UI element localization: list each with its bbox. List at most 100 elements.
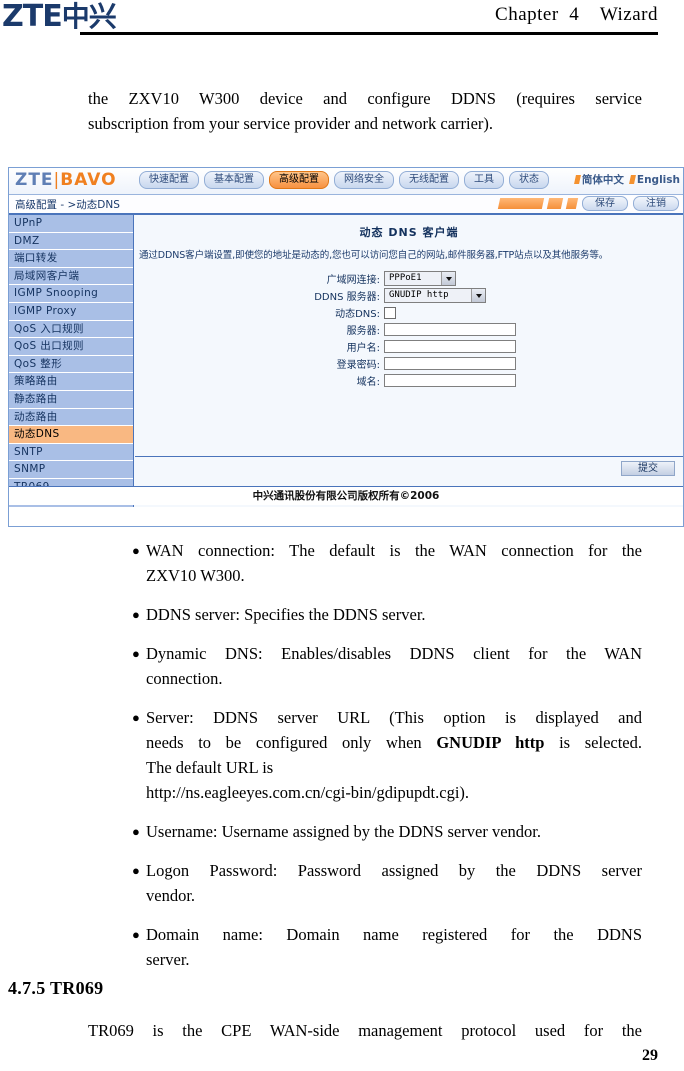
page-header: ZTE中兴 Chapter 4 Wizard (0, 0, 684, 42)
sidebar-item-dynamic-dns[interactable]: 动态DNS (9, 426, 133, 444)
bullet-icon: ● (132, 824, 140, 839)
list-item-text: WAN connection: The default is the WAN c… (146, 538, 642, 588)
tab-tools[interactable]: 工具 (464, 171, 504, 189)
list-item-line: needs to be configured only when GNUDIP … (146, 730, 642, 755)
router-brand-logo: ZTE|BAVO (15, 171, 117, 190)
language-switcher: 简体中文 English (573, 172, 680, 187)
sidebar-item-static-routing[interactable]: 静态路由 (9, 391, 133, 409)
list-item: ● Domain name: Domain name registered fo… (88, 922, 642, 972)
bullet-icon: ● (132, 710, 140, 725)
list-item: ● Server: DDNS server URL (This option i… (88, 705, 642, 805)
list-item: ● Logon Password: Password assigned by t… (88, 858, 642, 908)
router-action-buttons: 保存 注销 (497, 196, 679, 211)
list-item-line: Logon Password: Password assigned by the… (146, 861, 642, 880)
router-topbar: ZTE|BAVO 快速配置 基本配置 高级配置 网络安全 无线配置 工具 状态 … (9, 168, 683, 195)
ddns-server-select[interactable]: GNUDIP http (384, 288, 486, 303)
router-body: UPnP DMZ 端口转发 局域网客户端 IGMP Snooping IGMP … (9, 215, 683, 507)
bullet-icon: ● (132, 927, 140, 942)
zte-logo-cjk: 中兴 (61, 0, 117, 33)
brand-bavo: BAVO (60, 170, 117, 190)
list-item-line: Dynamic DNS: Enables/disables DDNS clien… (146, 644, 642, 663)
form-row-username: 用户名: (135, 339, 683, 354)
sidebar-item-snmp[interactable]: SNMP (9, 461, 133, 479)
chevron-down-icon (471, 289, 485, 302)
sidebar-item-qos-shaping[interactable]: QoS 整形 (9, 356, 133, 374)
lang-marker-icon (628, 175, 636, 184)
submit-button[interactable]: 提交 (621, 461, 675, 476)
list-item-text: Logon Password: Password assigned by the… (146, 858, 642, 908)
tab-quick-config[interactable]: 快速配置 (139, 171, 199, 189)
list-item: ● Dynamic DNS: Enables/disables DDNS cli… (88, 641, 642, 691)
section-heading: 4.7.5 TR069 (8, 978, 104, 998)
sidebar-item-qos-egress-rules[interactable]: QoS 出口规则 (9, 338, 133, 356)
label-username: 用户名: (346, 343, 380, 354)
dynamic-dns-checkbox[interactable] (384, 306, 396, 319)
intro-line-1: the ZXV10 W300 device and configure DDNS… (88, 89, 642, 108)
list-item-line: server. (146, 950, 190, 969)
logon-password-input[interactable] (384, 357, 516, 370)
list-item-text: DDNS server: Specifies the DDNS server. (146, 602, 642, 627)
domain-name-input[interactable] (384, 374, 516, 387)
language-label-chinese: 简体中文 (581, 174, 624, 186)
router-breadcrumb-row: 高级配置 - >动态DNS 保存 注销 (9, 195, 683, 215)
list-item-line: Server: DDNS server URL (This option is … (146, 708, 642, 727)
ddns-server-value: GNUDIP http (389, 290, 449, 300)
header-divider (80, 32, 658, 35)
label-domain-name: 域名: (356, 377, 380, 388)
router-sidebar: UPnP DMZ 端口转发 局域网客户端 IGMP Snooping IGMP … (9, 215, 134, 507)
sidebar-item-upnp[interactable]: UPnP (9, 215, 133, 233)
language-label-english: English (636, 173, 680, 186)
bullet-icon: ● (132, 863, 140, 878)
brand-zte: ZTE (15, 170, 54, 190)
ddns-form: 广域网连接: PPPoE1 DDNS 服务器: GNUDIP http 动态DN… (135, 271, 683, 388)
sidebar-item-dynamic-routing[interactable]: 动态路由 (9, 409, 133, 427)
list-item: ● DDNS server: Specifies the DDNS server… (88, 602, 642, 627)
sidebar-item-sntp[interactable]: SNTP (9, 444, 133, 462)
label-server: 服务器: (346, 326, 380, 337)
list-item-line: http://ns.eagleeyes.com.cn/cgi-bin/gdipu… (146, 783, 470, 802)
chevron-down-icon (441, 272, 455, 285)
content-description: 通过DDNS客户端设置,即使您的地址是动态的,您也可以访问您自己的网站,邮件服务… (139, 250, 609, 261)
decorative-bar-icon (497, 198, 545, 209)
wan-connection-select[interactable]: PPPoE1 (384, 271, 456, 286)
list-item-text: Username: Username assigned by the DDNS … (146, 819, 642, 844)
form-row-logon-password: 登录密码: (135, 356, 683, 371)
language-option-english[interactable]: English (628, 173, 680, 186)
bullet-icon: ● (132, 646, 140, 661)
router-content-pane: 动态 DNS 客户端 通过DDNS客户端设置,即使您的地址是动态的,您也可以访问… (135, 215, 683, 507)
sidebar-item-qos-ingress-rules[interactable]: QoS 入口规则 (9, 321, 133, 339)
server-input[interactable] (384, 323, 516, 336)
router-copyright: 中兴通讯股份有限公司版权所有©2006 (9, 486, 683, 505)
tab-status[interactable]: 状态 (509, 171, 549, 189)
tab-network-security[interactable]: 网络安全 (334, 171, 394, 189)
decorative-bar-icon (546, 198, 564, 209)
sidebar-item-lan-clients[interactable]: 局域网客户端 (9, 268, 133, 286)
emphasis-gnudip-http: GNUDIP http (436, 733, 545, 752)
section-paragraph: TR069 is the CPE WAN-side management pro… (88, 1021, 642, 1040)
list-item: ● WAN connection: The default is the WAN… (88, 538, 642, 588)
router-admin-screenshot: ZTE|BAVO 快速配置 基本配置 高级配置 网络安全 无线配置 工具 状态 … (8, 167, 684, 527)
list-item-line: The default URL is (146, 758, 274, 777)
sidebar-item-dmz[interactable]: DMZ (9, 233, 133, 251)
sidebar-item-policy-routing[interactable]: 策略路由 (9, 373, 133, 391)
logout-button[interactable]: 注销 (633, 196, 679, 211)
page-number: 29 (642, 1047, 658, 1064)
username-input[interactable] (384, 340, 516, 353)
language-option-chinese[interactable]: 简体中文 (573, 172, 624, 187)
tab-advanced-config[interactable]: 高级配置 (269, 171, 329, 189)
wan-connection-value: PPPoE1 (389, 273, 422, 283)
label-dynamic-dns: 动态DNS: (335, 309, 380, 320)
tab-basic-config[interactable]: 基本配置 (204, 171, 264, 189)
router-nav-tabs: 快速配置 基本配置 高级配置 网络安全 无线配置 工具 状态 (139, 171, 549, 189)
content-title: 动态 DNS 客户端 (359, 226, 459, 239)
sidebar-item-igmp-snooping[interactable]: IGMP Snooping (9, 285, 133, 303)
save-button[interactable]: 保存 (582, 196, 628, 211)
bullet-icon: ● (132, 543, 140, 558)
list-item-line: DDNS server: Specifies the DDNS server. (146, 605, 426, 624)
sidebar-item-port-forwarding[interactable]: 端口转发 (9, 250, 133, 268)
content-footer: 提交 (135, 456, 683, 479)
tab-wireless-config[interactable]: 无线配置 (399, 171, 459, 189)
sidebar-item-igmp-proxy[interactable]: IGMP Proxy (9, 303, 133, 321)
list-item-line-pre: needs to be configured only when (146, 733, 437, 752)
label-wan-connection: 广域网连接: (326, 275, 380, 286)
